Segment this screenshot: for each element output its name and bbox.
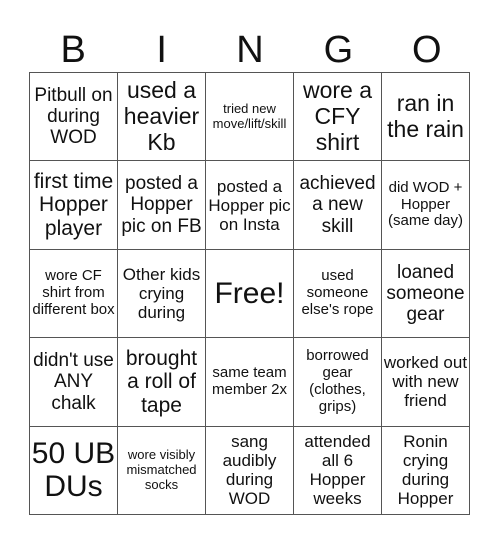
cell-text: wore visibly mismatched socks bbox=[126, 447, 197, 492]
bingo-cell[interactable]: posted a Hopper pic on FB bbox=[118, 161, 206, 250]
header-letter-n: N bbox=[236, 29, 264, 71]
bingo-cell[interactable]: used someone else's rope bbox=[294, 249, 382, 339]
bingo-cell[interactable]: Ronin crying during Hopper bbox=[382, 426, 470, 515]
cell-text: borrowed gear (clothes, grips) bbox=[306, 347, 369, 415]
cell-text: used a heavier Kb bbox=[123, 77, 200, 155]
bingo-cell[interactable]: first time Hopper player bbox=[30, 161, 118, 250]
bingo-cell[interactable]: did WOD + Hopper (same day) bbox=[382, 161, 470, 250]
bingo-cell[interactable]: sang audibly during WOD bbox=[206, 426, 294, 515]
bingo-cell[interactable]: wore CF shirt from different box bbox=[30, 249, 118, 339]
bingo-cell[interactable]: Other kids crying during bbox=[118, 249, 206, 339]
cell-text: Ronin crying during Hopper bbox=[397, 432, 454, 509]
bingo-cell[interactable]: achieved a new skill bbox=[294, 161, 382, 250]
cell-text: worked out with new friend bbox=[383, 353, 468, 411]
cell-text: brought a roll of tape bbox=[125, 346, 198, 417]
cell-text: posted a Hopper pic on Insta bbox=[208, 176, 291, 234]
cell-text: wore CF shirt from different box bbox=[32, 267, 115, 318]
bingo-cell[interactable]: Pitbull on during WOD bbox=[30, 73, 118, 162]
header-letter-b: B bbox=[60, 29, 86, 71]
bingo-cell[interactable]: used a heavier Kb bbox=[118, 73, 206, 162]
header-letter-i: I bbox=[156, 29, 167, 71]
free-space-text: Free! bbox=[214, 276, 285, 310]
bingo-cell[interactable]: attended all 6 Hopper weeks bbox=[294, 426, 382, 515]
bingo-cell[interactable]: brought a roll of tape bbox=[118, 338, 206, 427]
header-letter-g: G bbox=[323, 29, 354, 71]
cell-text: 50 UB DUs bbox=[31, 436, 116, 504]
bingo-card-grid: Pitbull on during WOD used a heavier Kb … bbox=[29, 72, 470, 515]
bingo-header: B I N G O bbox=[29, 28, 471, 72]
cell-text: same team member 2x bbox=[211, 364, 288, 398]
bingo-cell[interactable]: 50 UB DUs bbox=[30, 426, 118, 515]
bingo-cell[interactable]: borrowed gear (clothes, grips) bbox=[294, 338, 382, 427]
cell-text: used someone else's rope bbox=[301, 267, 374, 318]
bingo-cell[interactable]: wore a CFY shirt bbox=[294, 73, 382, 162]
cell-text: Other kids crying during bbox=[122, 264, 201, 322]
cell-text: loaned someone gear bbox=[386, 261, 465, 326]
cell-text: sang audibly during WOD bbox=[222, 432, 277, 509]
cell-text: posted a Hopper pic on FB bbox=[121, 173, 202, 237]
bingo-cell-free[interactable]: Free! bbox=[206, 249, 294, 339]
bingo-cell[interactable]: loaned someone gear bbox=[382, 249, 470, 339]
cell-text: didn't use ANY chalk bbox=[33, 349, 114, 414]
bingo-cell[interactable]: same team member 2x bbox=[206, 338, 294, 427]
header-letter-o: O bbox=[412, 29, 442, 71]
cell-text: tried new move/lift/skill bbox=[212, 101, 287, 131]
cell-text: did WOD + Hopper (same day) bbox=[387, 178, 464, 230]
cell-text: attended all 6 Hopper weeks bbox=[304, 432, 371, 509]
cell-text: Pitbull on during WOD bbox=[34, 84, 113, 149]
cell-text: first time Hopper player bbox=[33, 169, 114, 240]
bingo-cell[interactable]: posted a Hopper pic on Insta bbox=[206, 161, 294, 250]
bingo-cell[interactable]: worked out with new friend bbox=[382, 338, 470, 427]
cell-text: ran in the rain bbox=[387, 89, 464, 142]
bingo-cell[interactable]: wore visibly mismatched socks bbox=[118, 426, 206, 515]
bingo-cell[interactable]: didn't use ANY chalk bbox=[30, 338, 118, 427]
cell-text: wore a CFY shirt bbox=[302, 77, 373, 155]
bingo-cell[interactable]: tried new move/lift/skill bbox=[206, 73, 294, 162]
cell-text: achieved a new skill bbox=[299, 173, 376, 237]
bingo-cell[interactable]: ran in the rain bbox=[382, 73, 470, 162]
